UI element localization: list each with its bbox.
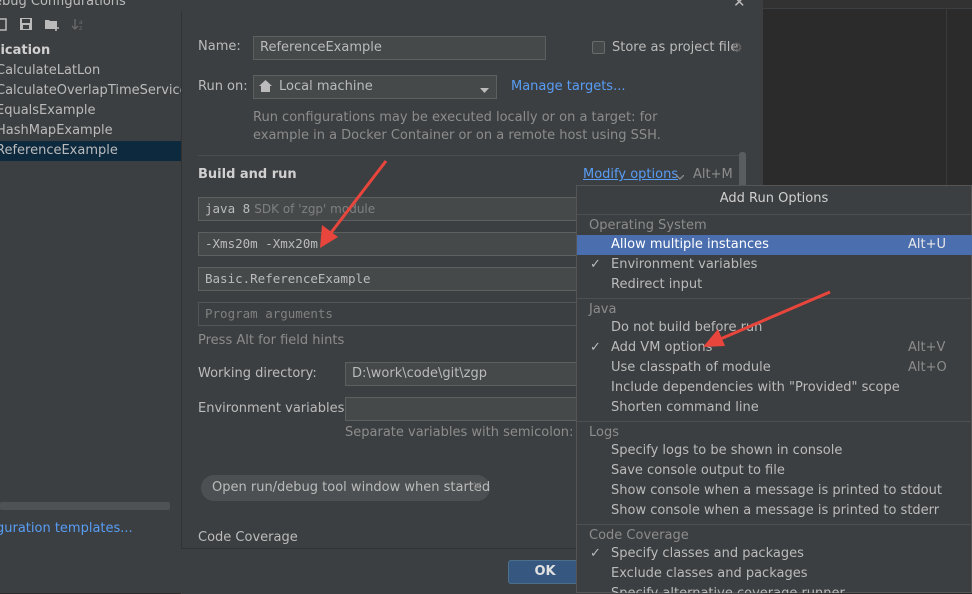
annotation-arrow-vm-option bbox=[703, 290, 831, 347]
annotation-arrows bbox=[320, 160, 831, 347]
annotation-arrow-vm-field bbox=[320, 160, 388, 248]
